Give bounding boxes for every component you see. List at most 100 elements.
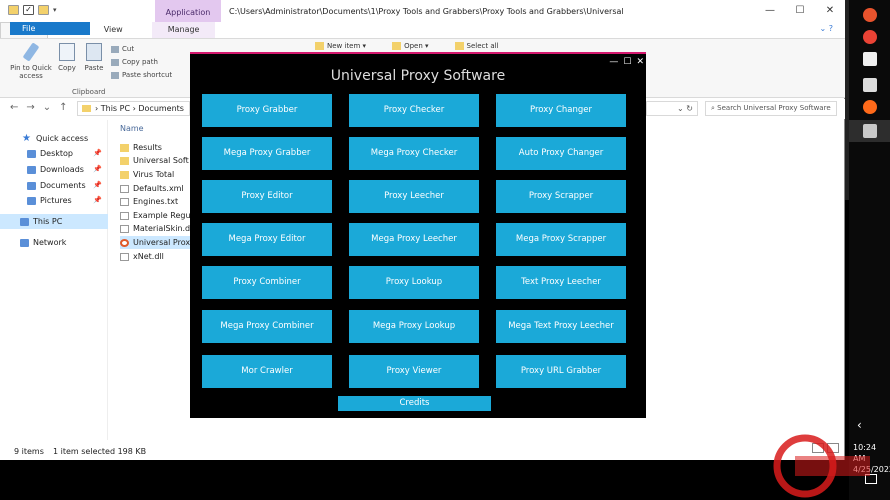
proxy-lookup-button[interactable]: Proxy Lookup — [349, 266, 479, 299]
mega-proxy-combiner-button[interactable]: Mega Proxy Combiner — [202, 310, 332, 343]
tab-manage[interactable]: Manage — [151, 22, 216, 38]
proxy-leecher-button[interactable]: Proxy Leecher — [349, 180, 479, 213]
proxy-changer-button[interactable]: Proxy Changer — [496, 94, 626, 127]
up-arrow-icon[interactable]: ↑ — [59, 102, 67, 113]
firefox-icon[interactable] — [863, 100, 877, 114]
item-count: 9 items — [14, 447, 44, 456]
list-item[interactable]: MaterialSkin.dll — [120, 222, 200, 235]
proxy-checker-button[interactable]: Proxy Checker — [349, 94, 479, 127]
list-item[interactable]: Engines.txt — [120, 195, 200, 208]
proxy-grabber-button[interactable]: Proxy Grabber — [202, 94, 332, 127]
mor-crawler-button[interactable]: Mor Crawler — [202, 355, 332, 388]
list-item[interactable]: Example Regular — [120, 209, 200, 222]
status-bar: 9 items 1 item selected 198 KB — [0, 444, 845, 460]
proxy-viewer-button[interactable]: Proxy Viewer — [349, 355, 479, 388]
dll-file-icon — [120, 224, 129, 233]
download-icon — [27, 165, 36, 174]
notepad-icon[interactable] — [863, 52, 877, 66]
list-item[interactable]: Virus Total — [120, 168, 200, 181]
select-all-icon — [454, 42, 464, 50]
close-button[interactable]: ✕ — [636, 57, 644, 67]
chrome-icon[interactable] — [863, 30, 877, 44]
breadcrumb[interactable]: › This PC › Documents — [77, 101, 190, 116]
folder-icon — [120, 156, 129, 165]
tab-view[interactable]: View — [93, 22, 134, 38]
proxy-editor-button[interactable]: Proxy Editor — [202, 180, 332, 213]
star-icon: ★ — [22, 132, 31, 144]
new-item-button[interactable]: New item ▾ — [315, 42, 366, 50]
nav-quick-access[interactable]: ★ Quick access — [0, 131, 108, 146]
active-taskbar-item[interactable] — [849, 120, 890, 142]
new-item-icon — [315, 42, 324, 50]
nav-desktop[interactable]: Desktop 📌 — [0, 146, 108, 161]
file-icon — [120, 211, 129, 220]
firefox-icon[interactable] — [863, 8, 877, 22]
application-icon — [120, 238, 129, 247]
maximize-button[interactable]: ☐ — [623, 57, 631, 67]
scissors-icon — [111, 45, 119, 53]
proxy-url-grabber-button[interactable]: Proxy URL Grabber — [496, 355, 626, 388]
text-proxy-leecher-button[interactable]: Text Proxy Leecher — [496, 266, 626, 299]
select-all-button[interactable]: Select all — [454, 42, 499, 50]
back-arrow-icon[interactable]: ← — [10, 102, 18, 113]
list-item[interactable]: Results — [120, 141, 200, 154]
clipboard-small-actions: Cut Copy path Paste shortcut — [111, 43, 172, 82]
cut-button[interactable]: Cut — [111, 43, 172, 56]
tab-file[interactable]: File — [10, 22, 90, 35]
navigation-pane: ★ Quick access Desktop 📌 Downloads 📌 Docume… — [0, 120, 108, 440]
search-input[interactable]: ⌕ Search Universal Proxy Software — [705, 101, 837, 116]
mega-proxy-grabber-button[interactable]: Mega Proxy Grabber — [202, 137, 332, 170]
xml-file-icon — [120, 184, 129, 193]
folder-icon — [120, 143, 129, 152]
text-file-icon — [120, 197, 129, 206]
list-item[interactable]: Universal Soft — [120, 154, 200, 167]
nav-downloads[interactable]: Downloads 📌 — [0, 162, 108, 177]
close-button[interactable]: ✕ — [815, 0, 845, 22]
copy-path-button[interactable]: Copy path — [111, 56, 172, 69]
app-icon[interactable] — [863, 78, 877, 92]
auto-proxy-changer-button[interactable]: Auto Proxy Changer — [496, 137, 626, 170]
application-tools-label: Application Tools — [155, 0, 221, 42]
copy-button[interactable]: Copy — [56, 43, 78, 72]
paste-button[interactable]: Paste — [82, 43, 106, 72]
mega-proxy-leecher-button[interactable]: Mega Proxy Leecher — [349, 223, 479, 256]
mega-proxy-editor-button[interactable]: Mega Proxy Editor — [202, 223, 332, 256]
network-icon — [20, 238, 29, 247]
window-title-path: C:\Users\Administrator\Documents\1\Proxy… — [229, 7, 624, 16]
nav-this-pc[interactable]: This PC — [0, 214, 108, 229]
proxy-combiner-button[interactable]: Proxy Combiner — [202, 266, 332, 299]
chevron-down-icon[interactable]: ⌄ — [43, 102, 51, 113]
column-header-name[interactable]: Name — [120, 124, 144, 133]
nav-documents[interactable]: Documents 📌 — [0, 178, 108, 193]
mega-proxy-scrapper-button[interactable]: Mega Proxy Scrapper — [496, 223, 626, 256]
open-button[interactable]: Open ▾ — [392, 42, 429, 50]
list-item[interactable]: Defaults.xml — [120, 182, 200, 195]
ribbon-tabs: File Home Share View Manage ⌄ ? — [0, 22, 845, 38]
minimize-button[interactable]: — — [609, 57, 618, 67]
mega-text-proxy-leecher-button[interactable]: Mega Text Proxy Leecher — [496, 310, 626, 343]
credits-button[interactable]: Credits — [338, 396, 491, 411]
minimize-button[interactable]: — — [755, 0, 785, 22]
nav-network[interactable]: Network — [0, 235, 108, 250]
file-list: Name Results Universal Soft Virus Total … — [110, 120, 200, 440]
chevron-down-icon[interactable]: ▾ — [53, 6, 57, 14]
copy-icon — [59, 43, 75, 61]
nav-pictures[interactable]: Pictures 📌 — [0, 193, 108, 208]
maximize-button[interactable]: ☐ — [785, 0, 815, 22]
mega-proxy-lookup-button[interactable]: Mega Proxy Lookup — [349, 310, 479, 343]
breadcrumb-this-pc[interactable]: This PC — [101, 104, 130, 113]
refresh-button[interactable]: ⌄ ↻ — [646, 101, 698, 116]
list-item[interactable]: Universal Proxy S — [120, 236, 200, 249]
properties-icon[interactable]: ✓ — [23, 5, 34, 15]
proxy-scrapper-button[interactable]: Proxy Scrapper — [496, 180, 626, 213]
list-item[interactable]: xNet.dll — [120, 250, 200, 263]
new-folder-icon[interactable] — [38, 5, 49, 15]
pin-icon: 📌 — [93, 181, 102, 189]
pin-quick-access-button[interactable]: Pin to Quick access — [8, 42, 54, 80]
computer-icon — [20, 217, 29, 226]
forward-arrow-icon[interactable]: → — [26, 102, 34, 113]
help-icon[interactable]: ⌄ ? — [820, 24, 834, 33]
breadcrumb-documents[interactable]: Documents — [138, 104, 184, 113]
paste-shortcut-button[interactable]: Paste shortcut — [111, 69, 172, 82]
mega-proxy-checker-button[interactable]: Mega Proxy Checker — [349, 137, 479, 170]
